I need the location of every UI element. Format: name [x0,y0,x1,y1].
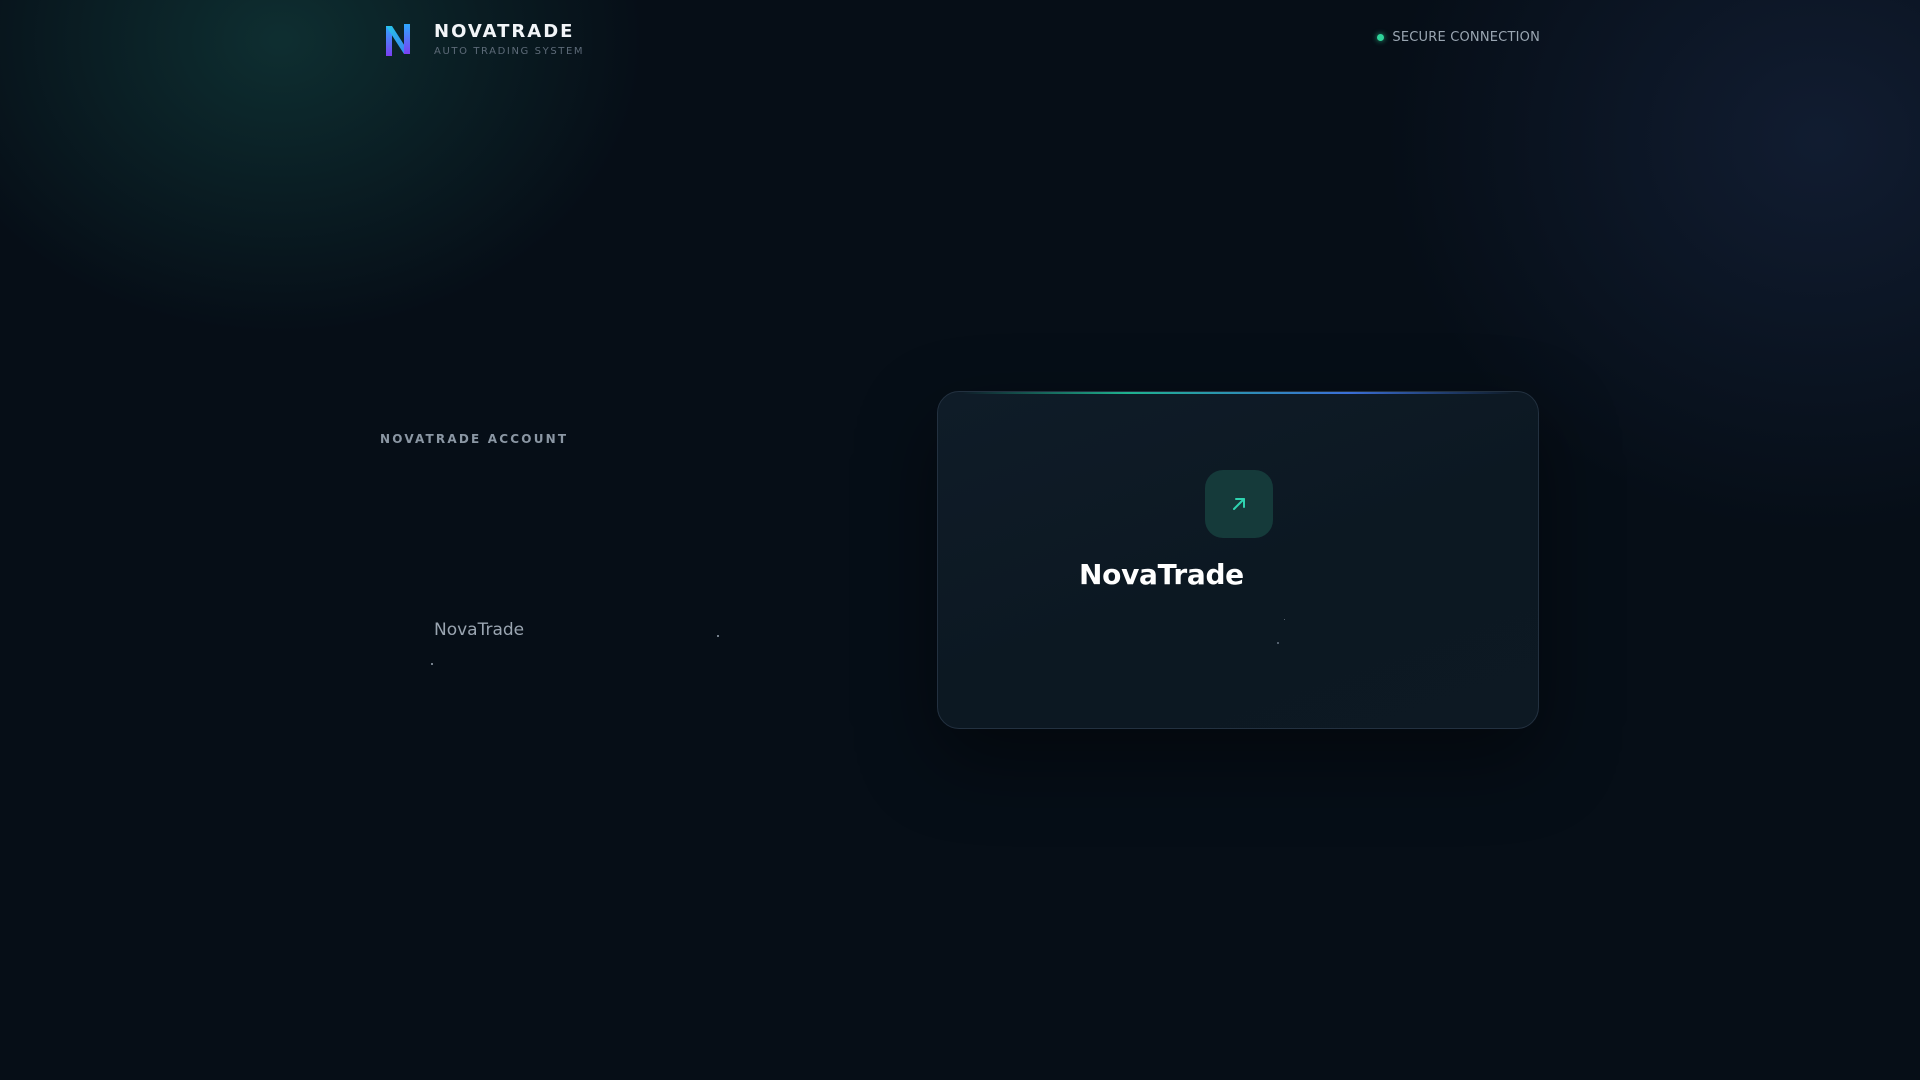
card-accent-line [962,392,1514,394]
brand-text: NOVATRADE AUTO TRADING SYSTEM [434,21,584,59]
novatrade-logo-icon [386,24,410,56]
top-header: NOVATRADE AUTO TRADING SYSTEM SECURE CON… [380,18,1540,62]
decorative-dot [717,635,719,637]
decorative-dot [431,663,433,665]
account-card[interactable]: NovaTrade [937,391,1539,729]
account-section-label: NOVATRADE ACCOUNT [380,432,569,446]
card-icon-tile [1205,470,1273,538]
brand-tagline: AUTO TRADING SYSTEM [434,46,585,57]
brand[interactable]: NOVATRADE AUTO TRADING SYSTEM [380,18,584,62]
secure-connection-status: SECURE CONNECTION [1377,30,1540,45]
brand-name: NOVATRADE [434,21,575,42]
left-brand-text: NovaTrade [434,620,525,640]
secure-connection-label: SECURE CONNECTION [1392,30,1540,45]
arrow-up-right-icon [1233,498,1245,510]
card-title: NovaTrade [1079,558,1244,591]
decorative-dot [1277,642,1279,644]
decorative-dot [1284,619,1285,620]
status-dot-icon [1377,34,1385,41]
